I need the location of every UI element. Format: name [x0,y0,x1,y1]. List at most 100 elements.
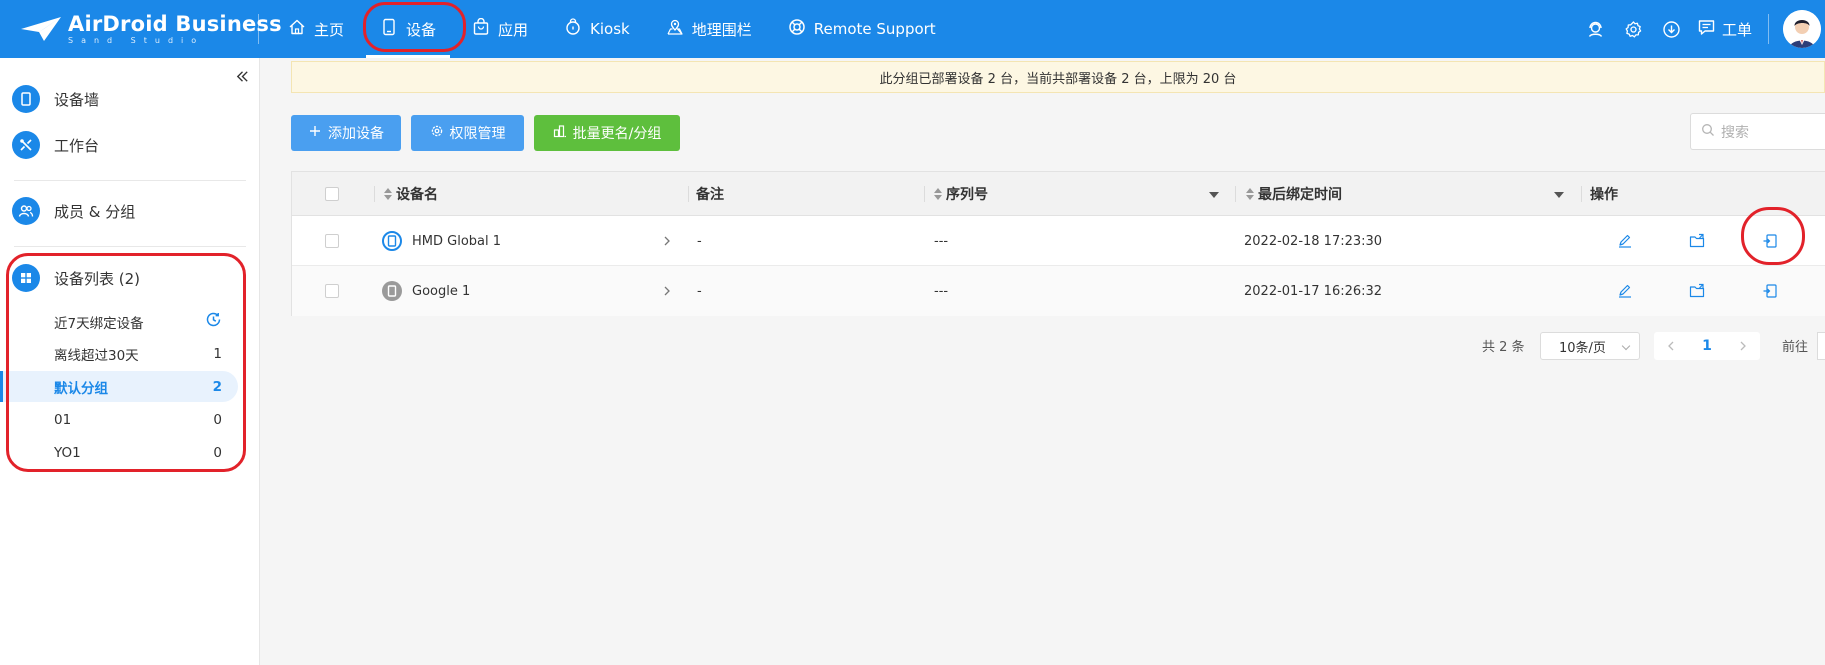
chevron-right-icon[interactable] [662,284,672,298]
column-separator [1235,186,1236,202]
serial-cell: --- [934,283,949,299]
recent-clock-icon [205,311,222,332]
search-placeholder: 搜索 [1721,124,1749,141]
permission-button[interactable]: 权限管理 [411,115,524,151]
user-avatar[interactable] [1783,10,1821,48]
pagination-total: 共 2 条 [1482,340,1525,355]
next-page-icon[interactable] [1728,332,1758,360]
top-nav-bar: AirDroid Business Sand Studio 主页 设备 应用 K… [0,0,1825,58]
group-label: 离线超过30天 [54,347,139,364]
current-page[interactable]: 1 [1692,332,1722,360]
sidebar-item-label: 设备列表 (2) [54,269,141,288]
sidebar-item-label: 设备墙 [54,90,100,109]
row-checkbox[interactable] [325,284,339,298]
goto-page-input[interactable] [1817,332,1825,360]
batch-rename-label: 批量更名/分组 [572,126,662,142]
column-header-last-bind[interactable]: 最后绑定时间 [1246,172,1342,216]
device-transfer-icon[interactable] [1761,232,1779,250]
device-transfer-icon[interactable] [1761,282,1779,300]
support-agent-icon[interactable] [1577,10,1615,48]
nav-geofence[interactable]: 地理围栏 [652,0,766,58]
nav-remote-support[interactable]: Remote Support [774,0,950,58]
column-separator [688,186,689,202]
chevron-right-icon[interactable] [662,234,672,248]
brand-subtitle: Sand Studio [68,36,205,45]
collapse-sidebar-icon[interactable] [232,66,252,86]
chat-ticket-icon [1697,18,1722,41]
sidebar-item-members-groups[interactable]: 成员 & 分组 [12,195,135,227]
serial-filter-icon[interactable] [1209,192,1219,198]
members-icon [12,197,40,225]
column-header-actions: 操作 [1590,172,1618,216]
column-header-label: 操作 [1590,187,1618,203]
move-folder-icon[interactable] [1688,232,1706,250]
goto-label: 前往 [1782,340,1809,355]
main-nav: 主页 设备 应用 Kiosk 地理围栏 Remote Support [274,0,958,58]
page-size-select[interactable]: 10条/页 [1540,332,1640,360]
top-right-tools: 工单 [1577,0,1825,58]
page-size-value: 10条/页 [1559,340,1606,356]
nav-remote-support-label: Remote Support [813,20,936,38]
row-checkbox[interactable] [325,234,339,248]
last-bind-filter-icon[interactable] [1554,192,1564,198]
nav-home[interactable]: 主页 [274,0,358,58]
ticket-label: 工单 [1721,20,1752,39]
search-input[interactable]: 搜索 [1690,113,1825,150]
device-name-cell[interactable]: HMD Global 1 [382,216,501,266]
sidebar-item-device-wall[interactable]: 设备墙 [12,83,99,115]
nav-kiosk[interactable]: Kiosk [550,0,644,58]
sidebar-item-label: 成员 & 分组 [54,202,136,221]
brand-logo[interactable]: AirDroid Business Sand Studio [20,10,282,48]
sort-icon[interactable] [384,188,392,200]
group-item-offline-30-days[interactable]: 离线超过30天 1 [0,338,238,369]
brand-title: AirDroid Business [68,12,282,36]
column-header-name[interactable]: 设备名 [384,172,438,216]
add-device-button[interactable]: 添加设备 [291,115,401,151]
group-item-default[interactable]: 默认分组 2 [0,371,238,402]
sort-icon[interactable] [934,188,942,200]
nav-apps-label: 应用 [498,20,529,39]
last-bind-cell: 2022-02-18 17:23:30 [1244,233,1383,249]
serial-cell: --- [934,233,949,249]
table-row[interactable]: Google 1 - --- 2022-01-17 16:26:32 [292,266,1825,316]
group-item-yo1[interactable]: YO1 0 [0,437,238,468]
device-name-cell[interactable]: Google 1 [382,266,470,316]
settings-gear-icon[interactable] [1615,10,1653,48]
group-count: 2 [212,378,222,395]
device-wall-icon [12,85,40,113]
sort-icon[interactable] [1246,188,1254,200]
sidebar-item-workbench[interactable]: 工作台 [12,129,99,161]
column-separator [1581,186,1582,202]
sidebar-item-label: 工作台 [54,136,100,155]
last-bind-cell: 2022-01-17 16:26:32 [1244,283,1383,299]
sidebar-item-device-list[interactable]: 设备列表 (2) [12,262,140,294]
sidebar: 设备墙 工作台 成员 & 分组 设备列表 (2) 近7天绑定设备 离线超过30天… [0,58,260,665]
edit-pen-icon[interactable] [1616,282,1634,300]
move-folder-icon[interactable] [1688,282,1706,300]
download-icon[interactable] [1653,10,1691,48]
table-row[interactable]: HMD Global 1 - --- 2022-02-18 17:23:30 [292,216,1825,266]
online-device-icon [382,231,402,251]
device-name: HMD Global 1 [412,233,502,249]
group-item-recent-7-days[interactable]: 近7天绑定设备 [0,306,238,337]
column-header-serial[interactable]: 序列号 [934,172,988,216]
add-device-label: 添加设备 [328,126,384,142]
edit-pen-icon[interactable] [1616,232,1634,250]
ticket-button[interactable]: 工单 [1691,18,1762,41]
prev-page-icon[interactable] [1656,332,1686,360]
nav-kiosk-label: Kiosk [590,20,630,38]
batch-rename-button[interactable]: 批量更名/分组 [534,115,680,151]
column-separator [924,186,925,202]
batch-rename-icon [553,124,573,142]
group-label: 默认分组 [54,380,108,397]
nav-apps[interactable]: 应用 [458,0,542,58]
column-header-label: 设备名 [396,187,438,203]
column-header-label: 最后绑定时间 [1258,187,1342,203]
group-item-01[interactable]: 01 0 [0,404,238,435]
column-separator [374,186,375,202]
nav-devices[interactable]: 设备 [366,0,451,58]
nav-home-label: 主页 [314,20,345,39]
group-count: 1 [213,345,222,362]
paper-plane-logo-icon [20,15,62,43]
select-all-checkbox[interactable] [325,187,339,201]
